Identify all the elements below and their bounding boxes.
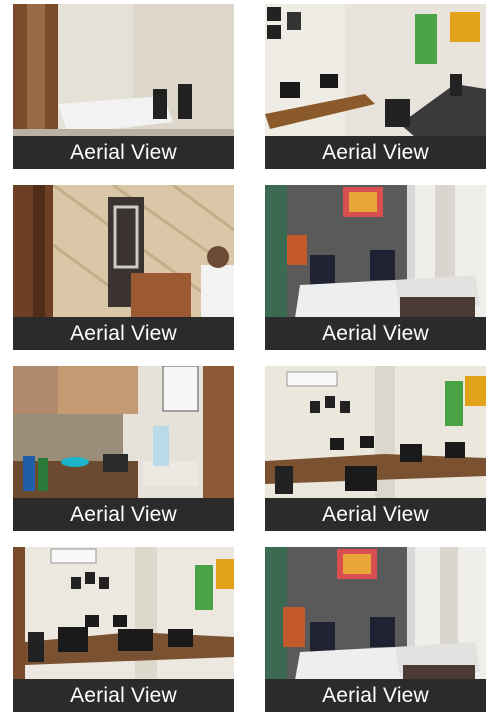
gallery-tile[interactable]: Aerial View	[13, 366, 234, 531]
office-photo	[13, 547, 234, 680]
tile-caption: Aerial View	[13, 679, 234, 712]
tile-caption: Aerial View	[265, 679, 486, 712]
office-photo	[265, 4, 486, 137]
tile-caption: Aerial View	[265, 317, 486, 350]
tile-caption: Aerial View	[265, 498, 486, 531]
tile-caption: Aerial View	[13, 498, 234, 531]
tile-caption: Aerial View	[265, 136, 486, 169]
gallery-tile[interactable]: Aerial View	[265, 547, 486, 712]
gallery-tile[interactable]: Aerial View	[13, 4, 234, 169]
gallery-tile[interactable]: Aerial View	[13, 547, 234, 712]
gallery-tile[interactable]: Aerial View	[265, 185, 486, 350]
tile-caption: Aerial View	[13, 136, 234, 169]
gallery-tile[interactable]: Aerial View	[265, 366, 486, 531]
office-photo	[265, 366, 486, 499]
gallery-tile[interactable]: Aerial View	[13, 185, 234, 350]
office-photo	[13, 366, 234, 499]
office-photo	[13, 185, 234, 318]
office-photo	[13, 4, 234, 137]
office-photo	[265, 185, 486, 318]
office-photo	[265, 547, 486, 680]
tile-caption: Aerial View	[13, 317, 234, 350]
gallery-tile[interactable]: Aerial View	[265, 4, 486, 169]
